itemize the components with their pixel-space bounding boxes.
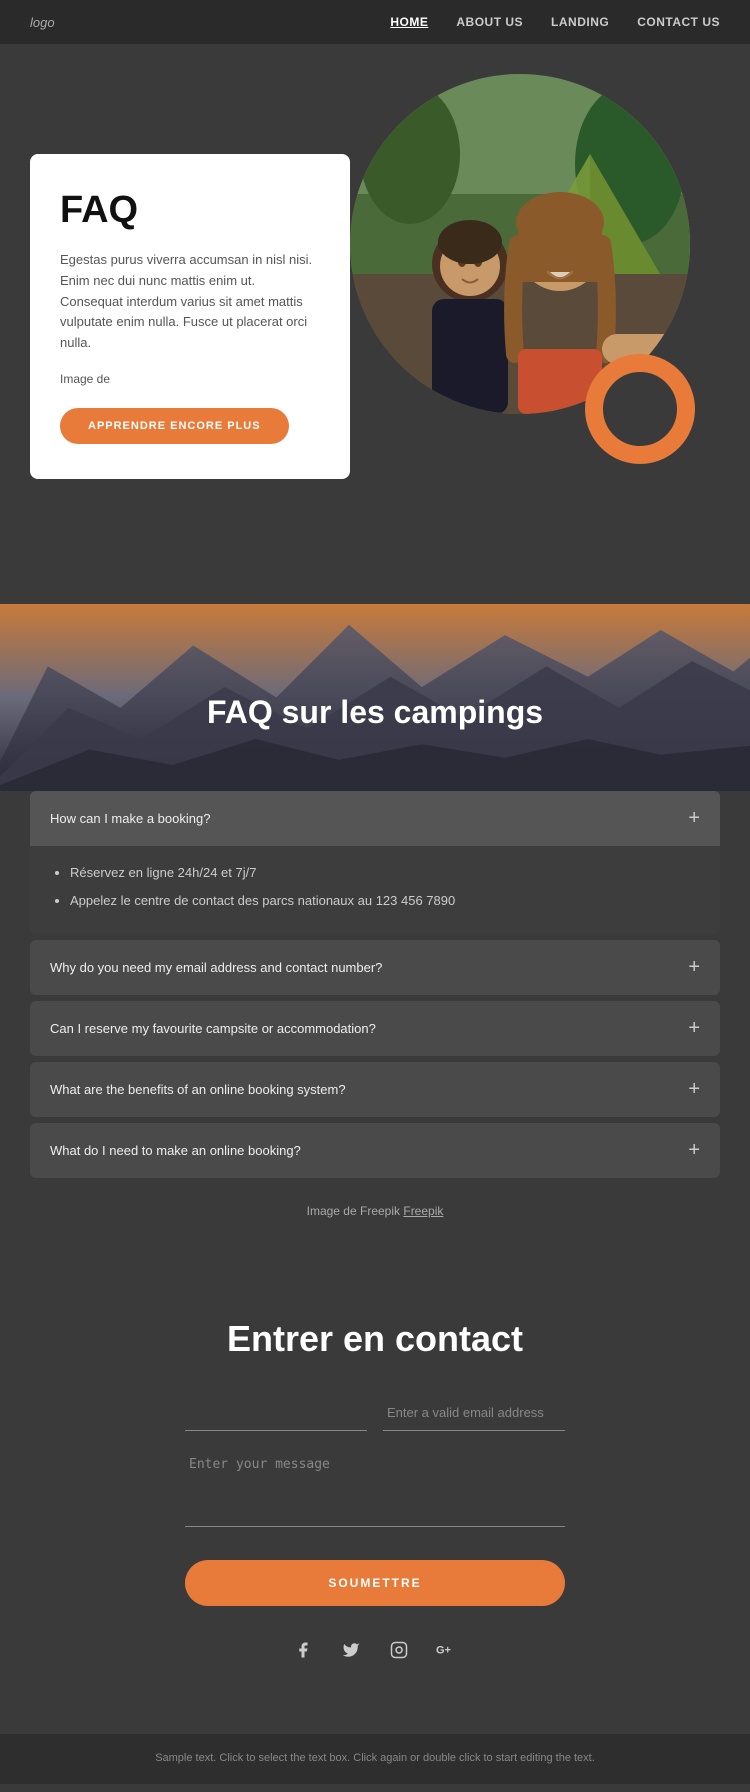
accordion-plus-icon-3: + [688, 1017, 700, 1040]
accordion-header-2[interactable]: Why do you need my email address and con… [30, 940, 720, 995]
contact-title: Entrer en contact [30, 1318, 720, 1360]
navbar: logo HOME ABOUT US LANDING CONTACT US [0, 0, 750, 44]
accordion-item-5: What do I need to make an online booking… [30, 1123, 720, 1178]
name-input[interactable] [185, 1395, 367, 1431]
footer-text: Sample text. Click to select the text bo… [30, 1750, 720, 1768]
nav-link-contact[interactable]: CONTACT US [637, 15, 720, 29]
accordion-item-4: What are the benefits of an online booki… [30, 1062, 720, 1117]
facebook-icon[interactable] [289, 1636, 317, 1664]
accordion-header-5[interactable]: What do I need to make an online booking… [30, 1123, 720, 1178]
nav-item-about[interactable]: ABOUT US [456, 13, 523, 31]
nav-link-about[interactable]: ABOUT US [456, 15, 523, 29]
accordion-item-2: Why do you need my email address and con… [30, 940, 720, 995]
freepik-link[interactable]: Freepik [403, 1204, 443, 1218]
nav-item-contact[interactable]: CONTACT US [637, 13, 720, 31]
nav-links: HOME ABOUT US LANDING CONTACT US [390, 13, 720, 31]
faq-card-title: FAQ [60, 189, 320, 232]
accordion-item-3: Can I reserve my favourite campsite or a… [30, 1001, 720, 1056]
faq-card-description: Egestas purus viverra accumsan in nisl n… [60, 250, 320, 354]
learn-more-button[interactable]: APPRENDRE ENCORE PLUS [60, 408, 289, 444]
accordion-question-4: What are the benefits of an online booki… [50, 1082, 346, 1097]
email-input[interactable] [383, 1395, 565, 1431]
faq-accordion-section: How can I make a booking? + Réservez en … [0, 791, 750, 1268]
instagram-icon[interactable] [385, 1636, 413, 1664]
twitter-icon[interactable] [337, 1636, 365, 1664]
hero-section: FAQ Egestas purus viverra accumsan in ni… [0, 44, 750, 604]
nav-link-home[interactable]: HOME [390, 15, 428, 29]
nav-item-home[interactable]: HOME [390, 13, 428, 31]
accordion-plus-icon-5: + [688, 1139, 700, 1162]
faq-card: FAQ Egestas purus viverra accumsan in ni… [30, 154, 350, 479]
accordion-answer-1-1: Réservez en ligne 24h/24 et 7j/7 [70, 862, 690, 884]
accordion-question-3: Can I reserve my favourite campsite or a… [50, 1021, 376, 1036]
svg-text:G+: G+ [436, 1645, 451, 1657]
faq-freepik-credit: Image de Freepik Freepik [30, 1184, 720, 1228]
submit-button[interactable]: SOUMETTRE [185, 1560, 565, 1606]
mountain-section: FAQ sur les campings [0, 604, 750, 791]
accordion-header-3[interactable]: Can I reserve my favourite campsite or a… [30, 1001, 720, 1056]
decorative-ring [585, 354, 695, 464]
footer: Sample text. Click to select the text bo… [0, 1734, 750, 1784]
message-textarea[interactable] [185, 1447, 565, 1527]
social-icons: G+ [30, 1636, 720, 1664]
accordion-plus-icon-4: + [688, 1078, 700, 1101]
accordion-question-1: How can I make a booking? [50, 811, 210, 826]
freepik-credit: Image de [60, 372, 320, 386]
accordion-question-5: What do I need to make an online booking… [50, 1143, 301, 1158]
googleplus-icon[interactable]: G+ [433, 1636, 461, 1664]
faq-section-title: FAQ sur les campings [30, 664, 720, 751]
contact-section: Entrer en contact SOUMETTRE G+ [0, 1268, 750, 1734]
accordion-question-2: Why do you need my email address and con… [50, 960, 382, 975]
nav-link-landing[interactable]: LANDING [551, 15, 609, 29]
contact-form: SOUMETTRE [185, 1395, 565, 1636]
accordion-answer-1-2: Appelez le centre de contact des parcs n… [70, 890, 690, 912]
accordion-header-1[interactable]: How can I make a booking? + [30, 791, 720, 846]
form-name-email-row [185, 1395, 565, 1431]
accordion-header-4[interactable]: What are the benefits of an online booki… [30, 1062, 720, 1117]
accordion-item-1: How can I make a booking? + Réservez en … [30, 791, 720, 934]
accordion-plus-icon-1: + [688, 807, 700, 830]
nav-item-landing[interactable]: LANDING [551, 13, 609, 31]
accordion-plus-icon-2: + [688, 956, 700, 979]
accordion-content-1: Réservez en ligne 24h/24 et 7j/7 Appelez… [30, 846, 720, 934]
logo: logo [30, 15, 55, 30]
